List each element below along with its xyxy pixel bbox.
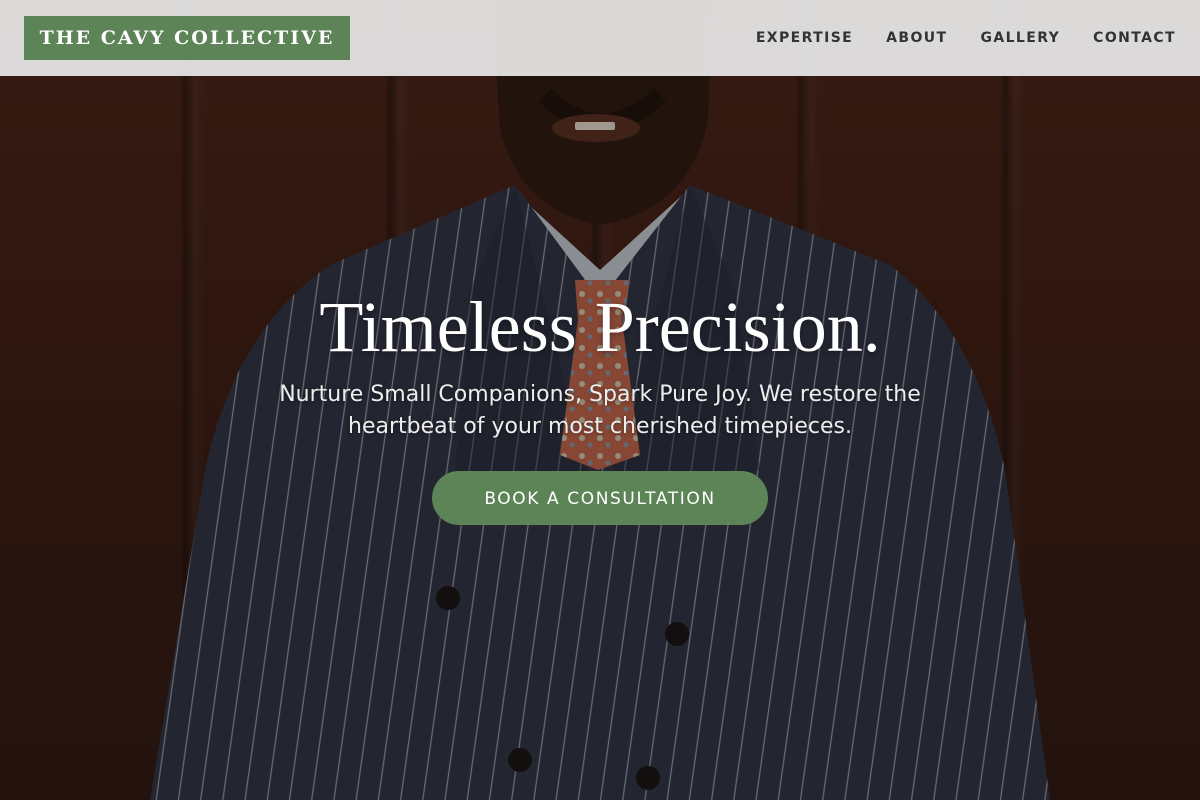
nav-link-contact[interactable]: CONTACT <box>1093 30 1176 46</box>
hero-title: Timeless Precision. <box>319 287 881 367</box>
nav-link-about[interactable]: ABOUT <box>886 30 947 46</box>
nav-link-gallery[interactable]: GALLERY <box>980 30 1060 46</box>
book-consultation-button[interactable]: BOOK A CONSULTATION <box>432 471 768 525</box>
hero-subtitle: Nurture Small Companions, Spark Pure Joy… <box>279 382 921 439</box>
site-header: THE CAVY COLLECTIVE EXPERTISE ABOUT GALL… <box>0 0 1200 76</box>
site-logo[interactable]: THE CAVY COLLECTIVE <box>24 16 350 60</box>
page: THE CAVY COLLECTIVE EXPERTISE ABOUT GALL… <box>0 0 1200 800</box>
main-nav: EXPERTISE ABOUT GALLERY CONTACT <box>756 0 1176 76</box>
hero-section: Timeless Precision. Nurture Small Compan… <box>0 285 1200 525</box>
nav-link-expertise[interactable]: EXPERTISE <box>756 30 853 46</box>
